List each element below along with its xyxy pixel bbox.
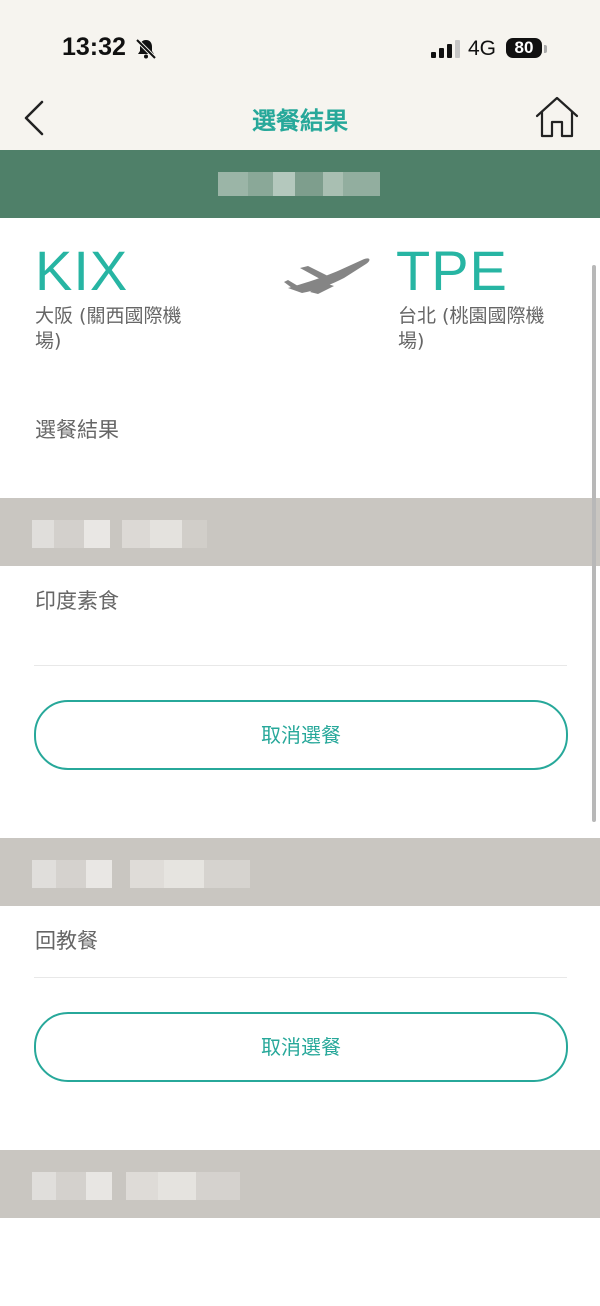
pixelated-passenger-name: [32, 520, 207, 548]
divider: [34, 977, 567, 978]
destination-city: 台北 (桃園國際機場): [398, 305, 545, 352]
meal-name: 印度素食: [35, 589, 119, 613]
booking-banner: [0, 150, 600, 218]
cancel-meal-button[interactable]: 取消選餐: [34, 700, 568, 770]
divider: [34, 665, 567, 666]
meal-name: 回教餐: [35, 929, 98, 953]
clock: 13:32: [62, 33, 126, 61]
status-bar: 13:32 4G 80: [0, 0, 600, 94]
network-type: 4G: [468, 37, 497, 60]
home-icon[interactable]: [532, 94, 582, 140]
passenger-header: [0, 1150, 600, 1218]
pixelated-booking-info: [218, 172, 380, 196]
scrollbar[interactable]: [592, 265, 596, 822]
origin-city: 大阪 (關西國際機場): [35, 305, 182, 352]
bell-muted-icon: [135, 38, 157, 60]
passenger-header: [0, 498, 600, 566]
page-title: 選餐結果: [252, 107, 348, 135]
nav-bar: 選餐結果: [0, 94, 600, 150]
battery-tip: [544, 45, 547, 53]
pixelated-passenger-name: [32, 860, 250, 888]
origin-airport-code: KIX: [35, 239, 129, 302]
route-section: KIX 大阪 (關西國際機場) TPE 台北 (桃園國際機場) 選餐結果: [0, 218, 600, 498]
destination-airport-code: TPE: [396, 239, 508, 302]
cellular-signal-icon: [431, 40, 460, 58]
airplane-takeoff-icon: [284, 258, 370, 294]
section-title: 選餐結果: [35, 418, 119, 442]
battery-icon: 80: [506, 38, 542, 58]
pixelated-passenger-name: [32, 1172, 240, 1200]
passenger-header: [0, 838, 600, 906]
cancel-meal-button[interactable]: 取消選餐: [34, 1012, 568, 1082]
